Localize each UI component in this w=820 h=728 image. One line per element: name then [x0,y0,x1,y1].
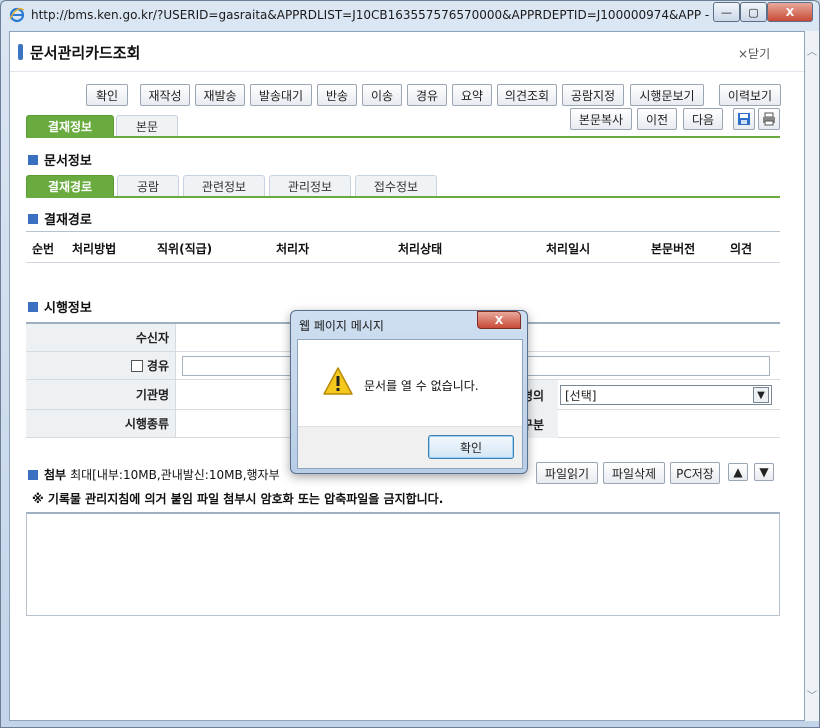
attach-limit-info: 최대[내부:10MB,관내발신:10MB,행자부 [70,468,280,482]
dialog-body: 문서를 열 수 없습니다. 확인 [297,339,523,469]
tab-underline [26,136,780,138]
prev-button[interactable]: 이전 [637,108,677,130]
pc-save-button[interactable]: PC저장 [670,462,720,484]
transfer-button[interactable]: 이송 [362,84,402,106]
section-bullet-icon [28,154,38,165]
warning-icon [323,367,353,395]
doc-info-label: 문서정보 [44,154,92,169]
subtab-receipt-info[interactable]: 접수정보 [355,175,437,197]
attachment-list[interactable] [26,512,780,616]
circulate-button[interactable]: 공람지정 [562,84,624,106]
save-icon[interactable] [733,108,755,130]
subtab-underline [26,196,780,198]
dialog-title: 웹 페이지 메시지 [299,319,384,333]
history-button[interactable]: 이력보기 [719,84,781,106]
col-seq: 순번 [32,242,55,256]
section-bullet-icon [28,301,38,312]
col-method: 처리방법 [72,242,117,256]
via-button[interactable]: 경유 [407,84,447,106]
resend-button[interactable]: 재발송 [195,84,245,106]
recipient-label: 수신자 [26,324,176,352]
opinion-button[interactable]: 의견조회 [497,84,557,106]
file-read-button[interactable]: 파일읽기 [536,462,598,484]
col-version: 본문버전 [651,242,696,256]
subtab-approval-path[interactable]: 결재경로 [26,175,114,197]
confirm-button[interactable]: 확인 [86,84,128,106]
arrow-down-icon[interactable]: ▼ [754,463,774,481]
via-label-cell: 경유 [26,352,176,380]
chevron-down-icon[interactable]: ▼ [753,387,769,403]
attach-title: 첨부 최대[내부:10MB,관내발신:10MB,행자부 [28,466,280,483]
tab-approval-info[interactable]: 결재정보 [26,115,114,137]
col-handler: 처리자 [276,242,310,256]
section-bullet-icon [28,213,38,224]
return-button[interactable]: 반송 [317,84,357,106]
tab-body[interactable]: 본문 [116,115,178,137]
authority-select[interactable]: [선택] ▼ [560,385,772,405]
section-bullet-icon [28,469,38,480]
attach-notice: ※ 기록물 관리지침에 의거 붙임 파일 첨부시 암호화 또는 압축파일을 금지… [32,492,444,506]
via-checkbox[interactable] [130,359,143,372]
page-header: 문서관리카드조회 ×닫기 [10,32,804,72]
scroll-up-icon[interactable]: ︿ [807,43,817,58]
internet-explorer-icon [9,7,25,23]
send-wait-button[interactable]: 발송대기 [250,84,312,106]
dialog-footer: 확인 [298,426,522,468]
doc-info-title: 문서정보 [28,150,92,169]
page-title: 문서관리카드조회 [30,44,141,62]
table-top-border [26,231,780,232]
titlebar: http://bms.ken.go.kr/?USERID=gasraita&AP… [1,1,819,31]
approval-path-title: 결재경로 [28,209,92,228]
minimize-button[interactable]: — [713,2,740,22]
enforce-type-label: 시행종류 [26,410,176,438]
agency-label: 기관명 [26,380,176,410]
window-close-button[interactable]: X [767,2,813,22]
approval-path-label: 결재경로 [44,213,92,228]
arrow-up-icon[interactable]: ▲ [728,463,748,481]
scroll-down-icon[interactable]: ﹀ [807,687,817,702]
table-header-border [26,262,780,263]
col-opinion: 의견 [730,242,753,256]
dialog-message: 문서를 열 수 없습니다. [364,379,479,393]
col-status: 처리상태 [398,242,443,256]
col-position: 직위(직급) [157,242,213,256]
close-link[interactable]: ×닫기 [738,45,770,62]
maximize-button[interactable]: ▢ [740,2,767,22]
dialog-close-button[interactable]: X [477,311,521,329]
rewrite-button[interactable]: 재작성 [140,84,190,106]
summary-button[interactable]: 요약 [452,84,492,106]
subtab-management-info[interactable]: 관리정보 [269,175,351,197]
dialog-ok-button[interactable]: 확인 [428,435,514,459]
enforce-info-label: 시행정보 [44,301,92,316]
vertical-scrollbar[interactable]: ︿ ﹀ [805,31,819,721]
window-title: http://bms.ken.go.kr/?USERID=gasraita&AP… [31,8,711,22]
attach-label: 첨부 [44,468,67,482]
next-button[interactable]: 다음 [683,108,723,130]
enforce-info-title: 시행정보 [28,297,92,316]
via-label: 경유 [146,359,169,373]
copy-body-button[interactable]: 본문복사 [570,108,632,130]
subtab-related-info[interactable]: 관련정보 [183,175,265,197]
title-marker [18,44,23,60]
message-dialog: 웹 페이지 메시지 X 문서를 열 수 없습니다. 확인 [290,310,528,474]
browser-window: http://bms.ken.go.kr/?USERID=gasraita&AP… [0,0,820,728]
authority-select-value: [선택] [565,388,597,403]
col-datetime: 처리일시 [546,242,591,256]
print-icon[interactable] [758,108,780,130]
subtab-circulation[interactable]: 공람 [117,175,179,197]
view-enforce-button[interactable]: 시행문보기 [630,84,704,106]
file-delete-button[interactable]: 파일삭제 [603,462,665,484]
